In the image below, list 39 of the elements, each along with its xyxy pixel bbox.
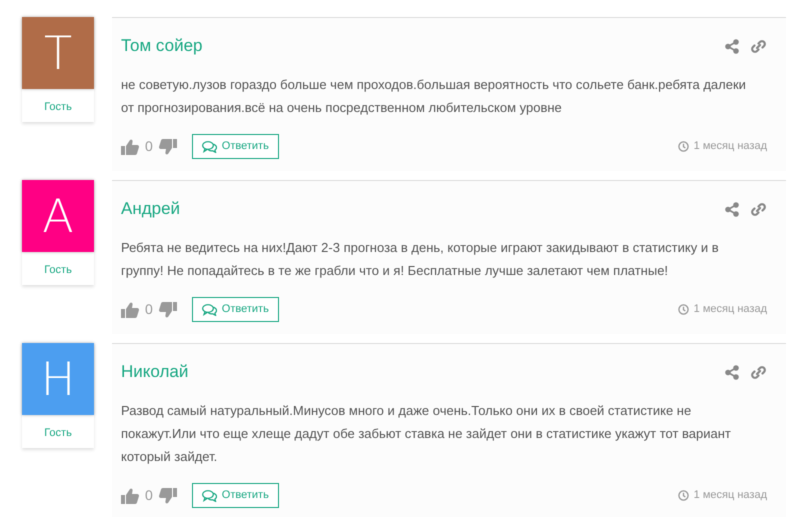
user-role: Гость	[44, 100, 72, 115]
link-icon[interactable]	[751, 202, 766, 216]
thumbs-up-icon[interactable]	[121, 488, 139, 504]
author-name[interactable]: Андрей	[121, 196, 180, 222]
timestamp: 1 месяц назад	[694, 139, 767, 154]
thumbs-up-icon[interactable]	[121, 302, 139, 318]
timestamp: 1 месяц назад	[694, 488, 767, 504]
vote-count: 0	[145, 486, 153, 505]
thumbs-down-icon[interactable]	[158, 488, 177, 504]
timestamp: 1 месяц назад	[694, 302, 767, 318]
chat-bubbles-icon	[202, 304, 217, 316]
thumbs-down-icon[interactable]	[158, 138, 177, 154]
chat-bubbles-icon	[202, 490, 217, 502]
author-name[interactable]: Николай	[121, 359, 188, 385]
vote-count: 0	[145, 137, 153, 156]
comment-text: Ребята не ведитесь на них!Дают 2-3 прогноза в день, которые играют закидывают в статистику и в группу! Не попадайтесь в те же грабли что и я! Бесплатные лучше залетают чем платные!	[121, 239, 720, 280]
user-role: Гость	[44, 263, 72, 278]
avatar: H	[22, 343, 94, 415]
vote-count: 0	[145, 300, 153, 319]
avatar: T	[22, 17, 94, 89]
thumbs-up-icon[interactable]	[121, 138, 139, 154]
reply-button[interactable]: Ответить	[192, 297, 279, 322]
share-icon[interactable]	[725, 38, 739, 54]
user-role: Гость	[44, 426, 72, 441]
reply-button[interactable]: Ответить	[192, 134, 279, 159]
author-name[interactable]: Том сойер	[121, 33, 202, 59]
link-icon[interactable]	[751, 364, 766, 380]
clock-icon	[678, 304, 689, 315]
comment-text: не советую.лузов гораздо больше чем проходов.большая вероятность что сольете банк.ребята далеки от прогнозирования.всё на очень посредственном любительском уровне	[121, 76, 747, 117]
link-icon[interactable]	[751, 38, 766, 54]
comment-text: Развод самый натуральный.Минусов много и даже очень.Только они их в своей статистике не покажут.Или что еще хлеще дадут обе забьют ставка не зайдет они в статистике укажут тот вариант который зайдет.	[121, 402, 732, 466]
thumbs-down-icon[interactable]	[158, 302, 177, 318]
share-icon[interactable]	[725, 364, 739, 380]
clock-icon	[678, 141, 689, 152]
clock-icon	[678, 490, 689, 501]
share-icon[interactable]	[725, 202, 739, 216]
avatar: A	[22, 180, 94, 252]
reply-button[interactable]: Ответить	[192, 483, 279, 508]
chat-bubbles-icon	[202, 140, 217, 152]
